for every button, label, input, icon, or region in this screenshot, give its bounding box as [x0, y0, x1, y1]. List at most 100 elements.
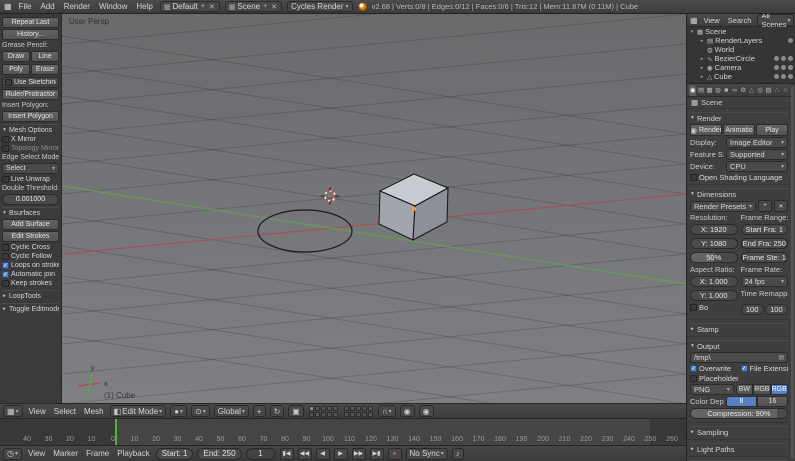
scene-selector[interactable]: ▦ Scene + ✕ — [224, 1, 283, 12]
outliner-view-menu[interactable]: View — [702, 16, 722, 25]
insert-polygon-button[interactable]: Insert Polygon — [2, 111, 59, 122]
add-preset-button[interactable]: + — [758, 200, 772, 212]
layer-toggle[interactable] — [355, 411, 361, 417]
depth-8-button[interactable]: 8 — [726, 396, 757, 407]
display-select[interactable]: Image Editor ▾ — [726, 137, 788, 148]
layer-toggle[interactable] — [343, 411, 349, 417]
tab-constraints[interactable]: ∞ — [731, 85, 738, 96]
aspect-y-field[interactable]: Y: 1.000 — [690, 290, 738, 301]
render-toggle-icon[interactable] — [788, 65, 793, 70]
looptools-panel-header[interactable]: ► LoopTools — [2, 290, 59, 301]
render-toggle-icon[interactable] — [788, 74, 793, 79]
prev-keyframe-button[interactable]: ◀◀ — [297, 447, 312, 460]
play-rendered-button[interactable]: Play — [756, 124, 788, 136]
double-threshold-field[interactable]: 0.001000 — [2, 194, 59, 205]
aspect-x-field[interactable]: X: 1.000 — [690, 276, 738, 287]
edge-select-dropdown[interactable]: Select ▾ — [2, 163, 59, 174]
x-mirror-checkbox[interactable]: X Mirror — [2, 135, 59, 144]
next-keyframe-button[interactable]: ▶▶ — [351, 447, 366, 460]
render-engine-selector[interactable]: Cycles Render ▾ — [287, 1, 353, 12]
topology-mirror-checkbox[interactable]: Topology Mirror — [2, 144, 59, 153]
tab-scene[interactable]: ▦ — [706, 85, 713, 96]
frame-rate-select[interactable]: 24 fps ▾ — [740, 276, 788, 287]
frame-step-field[interactable]: Frame Ste: 1 — [740, 252, 788, 263]
layer-toggle[interactable] — [314, 405, 320, 411]
expand-icon[interactable]: ▸ — [699, 74, 705, 80]
layer-toggle[interactable] — [332, 411, 338, 417]
expand-icon[interactable]: ▸ — [699, 38, 705, 44]
outliner-item-cube[interactable]: ▸ △ Cube — [687, 72, 795, 81]
tab-object-data[interactable]: △ — [748, 85, 755, 96]
jump-start-button[interactable]: ▮◀ — [279, 447, 294, 460]
snap-toggle[interactable]: ∩ ▾ — [377, 405, 396, 417]
color-rgb-button[interactable]: RGB — [753, 384, 771, 395]
mesh-options-panel-header[interactable]: ▼ Mesh Options — [2, 124, 59, 135]
mode-selector[interactable]: ◧ Edit Mode ▾ — [109, 405, 167, 417]
end-frame-field[interactable]: End: 250 — [197, 447, 242, 460]
pivot-point-selector[interactable]: ⊙ ▾ — [191, 405, 210, 417]
tab-modifiers[interactable]: ⚙ — [740, 85, 747, 96]
loops-on-strokes-checkbox[interactable]: ✓ Loops on strokes — [2, 261, 59, 270]
layer-toggle[interactable] — [314, 411, 320, 417]
cyclic-cross-checkbox[interactable]: Cyclic Cross — [2, 243, 59, 252]
opengl-render-button[interactable]: ◉ — [399, 405, 415, 417]
render-toggle-icon[interactable] — [788, 56, 793, 61]
menu-tl-playback[interactable]: Playback — [115, 449, 151, 458]
manipulator-scale-toggle[interactable]: ▣ — [288, 405, 304, 417]
add-scene-button[interactable]: + — [262, 3, 268, 10]
audio-mute-toggle[interactable]: ♪ — [451, 447, 464, 460]
layer-toggle[interactable] — [326, 411, 332, 417]
ruler-protractor-button[interactable]: Ruler/Protractor — [2, 89, 59, 100]
layer-toggle[interactable] — [361, 411, 367, 417]
tab-physics[interactable]: ○ — [782, 85, 789, 96]
file-browser-icon[interactable]: ▤ — [778, 354, 784, 361]
gp-draw-button[interactable]: Draw — [2, 51, 30, 62]
gp-poly-button[interactable]: Poly — [2, 64, 30, 75]
gp-erase-button[interactable]: Erase — [31, 64, 59, 75]
menu-tl-view[interactable]: View — [26, 449, 47, 458]
output-panel-header[interactable]: ▼ Output — [690, 340, 788, 351]
sync-mode-selector[interactable]: No Sync ▾ — [405, 447, 448, 460]
layer-toggle[interactable] — [367, 405, 373, 411]
select-toggle-icon[interactable] — [781, 65, 786, 70]
automatic-join-checkbox[interactable]: ✓ Automatic join — [2, 270, 59, 279]
toggle-editmode-panel-header[interactable]: ► Toggle Editmode — [2, 303, 59, 314]
overwrite-checkbox[interactable]: ✓ Overwrite — [690, 364, 738, 373]
menu-view[interactable]: View — [27, 407, 48, 416]
layer-toggle[interactable] — [320, 411, 326, 417]
menu-tl-frame[interactable]: Frame — [84, 449, 111, 458]
play-button[interactable]: ▶ — [333, 447, 348, 460]
editor-type-info-icon[interactable]: ▦ — [4, 2, 12, 11]
light-paths-panel-header[interactable]: ► Light Paths — [690, 443, 788, 454]
cube-object[interactable] — [378, 173, 450, 241]
layer-toggle[interactable] — [320, 405, 326, 411]
file-format-select[interactable]: PNG ▾ — [690, 384, 734, 395]
resolution-x-field[interactable]: X: 1920 — [690, 224, 738, 235]
outliner-editor-icon[interactable]: ▦ — [690, 16, 698, 25]
end-frame-field[interactable]: End Fra: 250 — [740, 238, 788, 249]
color-rgba-button[interactable]: RGBA — [770, 384, 789, 395]
properties-scrollbar[interactable] — [791, 86, 794, 459]
feature-set-select[interactable]: Supported ▾ — [726, 149, 788, 160]
layer-toggle[interactable] — [349, 405, 355, 411]
timeline-ruler[interactable]: 40 30 20 10 0 10 20 30 40 50 60 70 80 90 100 110 120 130 1… — [0, 418, 686, 445]
opengl-render-anim-button[interactable]: ◉ — [418, 405, 434, 417]
tab-particles[interactable]: ∴ — [773, 85, 780, 96]
remap-new-field[interactable]: 100 — [764, 304, 788, 315]
menu-window[interactable]: Window — [97, 2, 129, 11]
editor-type-button[interactable]: ▦ ▾ — [3, 405, 23, 417]
osl-checkbox[interactable]: Open Shading Language — [690, 173, 788, 182]
eye-toggle-icon[interactable] — [774, 74, 779, 79]
menu-help[interactable]: Help — [134, 2, 154, 11]
jump-end-button[interactable]: ▶▮ — [369, 447, 384, 460]
eye-toggle-icon[interactable] — [774, 56, 779, 61]
gp-line-button[interactable]: Line — [31, 51, 59, 62]
depth-16-button[interactable]: 16 — [757, 396, 788, 407]
layer-toggle[interactable] — [361, 405, 367, 411]
sampling-panel-header[interactable]: ► Sampling — [690, 426, 788, 437]
layer-toggle[interactable] — [367, 411, 373, 417]
device-select[interactable]: CPU ▾ — [726, 161, 788, 172]
add-surface-button[interactable]: Add Surface — [2, 219, 59, 230]
delete-screen-layout-button[interactable]: ✕ — [208, 3, 216, 11]
cyclic-follow-checkbox[interactable]: Cyclic Follow — [2, 252, 59, 261]
